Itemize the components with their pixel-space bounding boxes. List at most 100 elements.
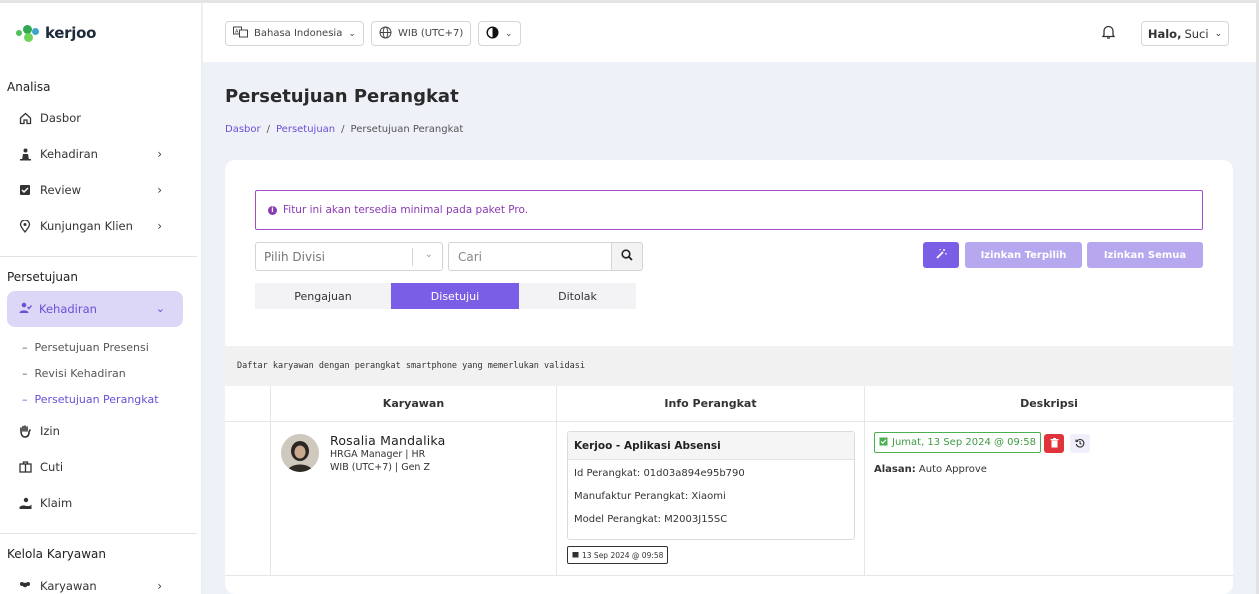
chevron-right-icon: ›: [157, 147, 162, 161]
globe-icon: [379, 26, 392, 42]
employee-cell: Rosalia Mandalika HRGA Manager | HR WIB …: [270, 422, 556, 575]
hand-icon: [18, 424, 32, 438]
device-manufacturer: Manufaktur Perangkat: Xiaomi: [574, 491, 726, 502]
search-icon: [621, 249, 633, 264]
tab-pengajuan[interactable]: Pengajuan: [255, 283, 391, 309]
timezone-label: WIB (UTC+7): [398, 28, 464, 39]
tab-disetujui[interactable]: Disetujui: [391, 283, 519, 309]
sidebar-item-klaim[interactable]: Klaim: [18, 491, 168, 515]
divisi-select[interactable]: Pilih Divisi ⌄: [255, 242, 443, 271]
select-separator: [412, 248, 413, 266]
sidebar-item-label: Kehadiran: [40, 147, 98, 161]
column-header-info-perangkat: Info Perangkat: [556, 386, 864, 421]
employee-timezone: WIB (UTC+7) | Gen Z: [330, 462, 430, 473]
chevron-right-icon: ›: [157, 579, 162, 593]
approved-date-text: Jumat, 13 Sep 2024 @ 09:58: [892, 437, 1036, 448]
submenu-persetujuan-presensi[interactable]: – Persetujuan Presensi: [22, 341, 149, 354]
sidebar-item-label: Kehadiran: [39, 302, 97, 316]
employee-name: Rosalia Mandalika: [330, 433, 446, 448]
checkbox-icon: [18, 183, 32, 197]
breadcrumb-separator: /: [266, 124, 270, 135]
chevron-down-icon: ⌄: [505, 28, 513, 39]
language-select[interactable]: A Bahasa Indonesia ⌄: [225, 21, 364, 46]
employee-position: HRGA Manager | HR: [330, 449, 426, 460]
sidebar-item-izin[interactable]: Izin: [18, 419, 168, 443]
chevron-down-icon: ⌄: [424, 249, 433, 260]
search-button[interactable]: [611, 242, 643, 271]
reason-label: Alasan:: [874, 464, 916, 475]
sidebar-item-kunjungan-klien[interactable]: Kunjungan Klien ›: [18, 214, 168, 238]
sidebar: kerjoo Analisa Dasbor Kehadiran › Review…: [0, 3, 202, 594]
breadcrumb-dasbor[interactable]: Dasbor: [225, 124, 261, 135]
reason-value: Auto Approve: [918, 464, 987, 475]
calendar-icon: [18, 460, 32, 474]
history-button[interactable]: [1070, 434, 1090, 453]
contrast-icon: [486, 25, 499, 42]
logo-icon: [16, 23, 40, 43]
column-header-deskripsi: Deskripsi: [864, 386, 1233, 421]
trash-icon: [1050, 437, 1059, 451]
top-header: A Bahasa Indonesia ⌄ WIB (UTC+7) ⌄ Halo,…: [203, 3, 1256, 62]
sidebar-item-label: Dasbor: [40, 111, 81, 125]
sidebar-item-label: Kunjungan Klien: [40, 219, 133, 233]
sidebar-item-review[interactable]: Review ›: [18, 178, 168, 202]
submenu-revisi-kehadiran[interactable]: – Revisi Kehadiran: [22, 367, 126, 380]
timezone-select[interactable]: WIB (UTC+7): [371, 21, 472, 46]
language-label: Bahasa Indonesia: [254, 28, 343, 39]
sidebar-item-label: Review: [40, 183, 82, 197]
sidebar-item-cuti[interactable]: Cuti: [18, 455, 168, 479]
sidebar-item-kehadiran-active[interactable]: Kehadiran ⌄: [7, 291, 183, 327]
submenu-label: Revisi Kehadiran: [34, 367, 126, 380]
sidebar-item-label: Klaim: [40, 496, 73, 510]
sidebar-divider: [0, 256, 197, 257]
history-icon: [1075, 437, 1085, 451]
submenu-persetujuan-perangkat[interactable]: – Persetujuan Perangkat: [22, 393, 159, 406]
allow-all-button[interactable]: Izinkan Semua: [1087, 242, 1203, 268]
brand-name: kerjoo: [45, 24, 97, 42]
approved-date-badge: Jumat, 13 Sep 2024 @ 09:58: [874, 432, 1041, 453]
chevron-down-icon: ⌄: [155, 302, 165, 315]
allow-selected-button[interactable]: Izinkan Terpilih: [965, 242, 1082, 268]
breadcrumb-current: Persetujuan Perangkat: [350, 124, 464, 135]
breadcrumb-persetujuan[interactable]: Persetujuan: [276, 124, 335, 135]
bell-icon[interactable]: [1101, 24, 1116, 43]
sidebar-divider: [0, 533, 197, 534]
section-label-analisa: Analisa: [7, 80, 51, 94]
chevron-down-icon: ⌄: [1214, 28, 1223, 39]
breadcrumb: Dasbor / Persetujuan / Persetujuan Peran…: [225, 124, 463, 135]
device-info-cell: Kerjoo - Aplikasi Absensi Id Perangkat: …: [556, 422, 864, 575]
column-header-karyawan: Karyawan: [270, 386, 556, 421]
chevron-right-icon: ›: [157, 183, 162, 197]
divisi-placeholder: Pilih Divisi: [264, 249, 325, 264]
tab-ditolak[interactable]: Ditolak: [519, 283, 636, 309]
delete-button[interactable]: [1044, 434, 1064, 453]
submenu-label: Persetujuan Perangkat: [34, 393, 159, 406]
sidebar-item-dasbor[interactable]: Dasbor: [18, 106, 168, 130]
user-check-icon: [19, 302, 32, 317]
svg-text:A: A: [235, 29, 239, 35]
table-header-select: [225, 386, 270, 421]
device-registered-date: 13 Sep 2024 @ 09:58: [567, 546, 669, 564]
user-menu-button[interactable]: Halo, Suci ⌄: [1141, 21, 1229, 46]
section-label-persetujuan: Persetujuan: [7, 270, 78, 284]
table-header: Karyawan Info Perangkat Deskripsi: [225, 386, 1233, 421]
search-input[interactable]: [448, 242, 612, 271]
person-attendance-icon: [18, 147, 32, 161]
approval-reason: Alasan: Auto Approve: [874, 464, 987, 475]
sidebar-item-label: Cuti: [40, 460, 64, 474]
page-title: Persetujuan Perangkat: [225, 86, 459, 107]
device-id: Id Perangkat: 01d03a894e95b790: [574, 468, 745, 479]
chevron-down-icon: ⌄: [348, 28, 356, 39]
theme-toggle[interactable]: ⌄: [478, 21, 521, 46]
brand-logo[interactable]: kerjoo: [16, 23, 96, 43]
sidebar-item-kehadiran[interactable]: Kehadiran ›: [18, 142, 168, 166]
magic-wand-button[interactable]: [923, 242, 959, 268]
breadcrumb-separator: /: [341, 124, 345, 135]
section-label-kelola: Kelola Karyawan: [7, 547, 107, 561]
chevron-right-icon: ›: [157, 219, 162, 233]
sidebar-item-karyawan[interactable]: Karyawan ›: [18, 574, 168, 594]
map-pin-icon: [18, 219, 32, 233]
row-select-cell[interactable]: [225, 422, 270, 575]
sidebar-item-label: Izin: [40, 424, 60, 438]
device-card: Kerjoo - Aplikasi Absensi Id Perangkat: …: [567, 431, 855, 540]
